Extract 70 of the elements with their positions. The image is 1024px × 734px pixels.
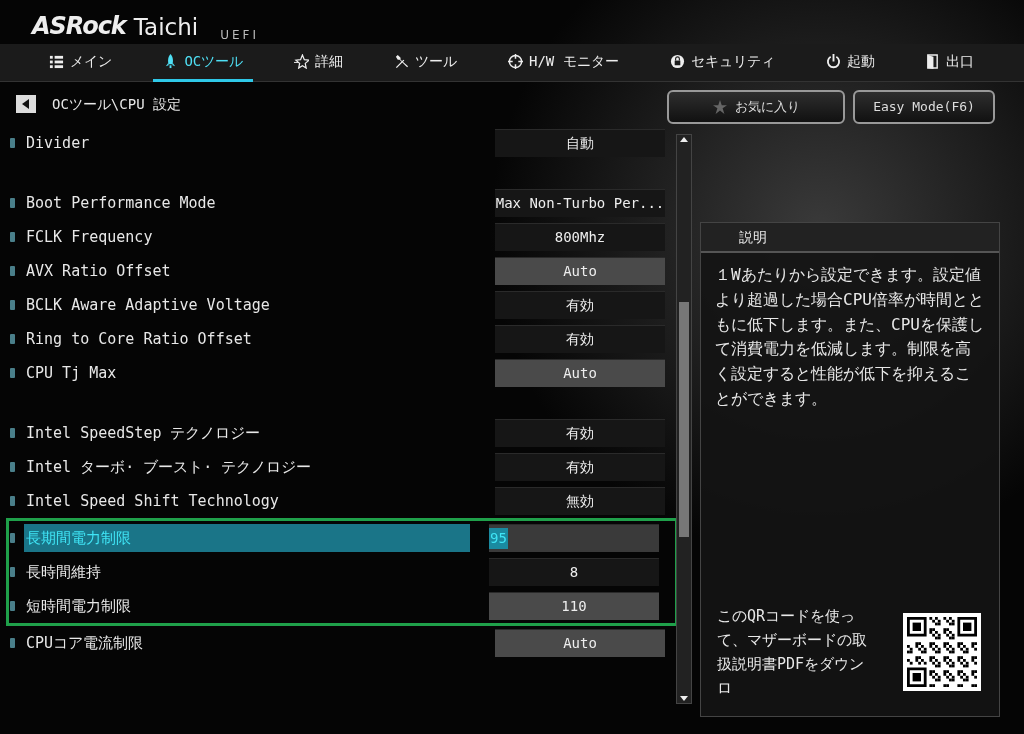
value-dropdown[interactable]: 自動 (495, 129, 665, 157)
setting-label[interactable]: Intel ターボ· ブースト· テクノロジー (24, 452, 476, 482)
favorites-button[interactable]: お気に入り (667, 90, 845, 124)
panel-title: 説明 (701, 223, 999, 253)
setting-label[interactable]: Divider (24, 128, 476, 158)
setting-label[interactable]: 長時間維持 (24, 557, 470, 587)
power-icon (825, 54, 841, 69)
qr-caption: このQRコードを使って、マザーボードの取扱説明書PDFをダウンロ (717, 606, 868, 699)
setting-label[interactable]: AVX Ratio Offset (24, 256, 476, 286)
setting-label[interactable]: BCLK Aware Adaptive Voltage (24, 290, 476, 320)
tools-icon (394, 54, 410, 69)
setting-label[interactable]: Intel SpeedStep テクノロジー (24, 418, 476, 448)
setting-label[interactable]: Boot Performance Mode (24, 188, 476, 218)
setting-label[interactable]: 長期間電力制限 (24, 523, 470, 553)
value-field[interactable]: 110 (489, 592, 659, 620)
model-logo: Taichi (133, 12, 199, 42)
star-icon (712, 100, 727, 114)
triangle-left-icon (22, 99, 30, 109)
setting-label[interactable]: CPU Tj Max (24, 358, 476, 388)
description-text: １Wあたりから設定できます。設定値より超過した場合CPU倍率が時間とともに低下します。また、CPUを保護して消費電力を低減します。制限を高く設定すると性能が低下を抑えることができます。 (714, 264, 985, 410)
bullet-icon (10, 232, 15, 242)
bullet-icon (10, 334, 15, 344)
breadcrumb: OCツール\CPU 設定 (52, 94, 181, 114)
value-dropdown[interactable]: 有効 (495, 291, 665, 319)
nav-tab[interactable]: H/W モニター (498, 44, 629, 82)
bullet-icon (10, 266, 15, 276)
nav-tab[interactable]: 出口 (915, 44, 985, 82)
bullet-icon (10, 198, 15, 208)
crosshair-icon (508, 54, 523, 69)
bullet-icon (10, 300, 15, 310)
value-dropdown[interactable]: 有効 (495, 453, 665, 481)
scroll-down-icon[interactable] (679, 695, 689, 703)
nav-tab[interactable]: メイン (39, 44, 123, 82)
bullet-icon (10, 428, 15, 438)
star-icon (294, 54, 310, 69)
bullet-icon (10, 638, 15, 648)
list-icon (49, 54, 65, 69)
scrollbar[interactable] (676, 134, 692, 704)
value-dropdown[interactable]: 無効 (495, 487, 665, 515)
setting-label[interactable]: FCLK Frequency (24, 222, 476, 252)
door-icon (925, 54, 941, 69)
value-dropdown[interactable]: 800Mhz (495, 223, 665, 251)
bullet-icon (10, 496, 15, 506)
nav-tab[interactable]: セキュリティ (659, 44, 785, 82)
bullet-icon (10, 368, 15, 378)
bullet-icon (10, 533, 15, 543)
setting-label[interactable]: Intel Speed Shift Technology (24, 486, 476, 516)
uefi-label: UEFI (220, 27, 259, 44)
setting-label[interactable]: 短時間電力制限 (24, 591, 470, 621)
nav-tab[interactable]: 起動 (815, 44, 885, 82)
bullet-icon (10, 601, 15, 611)
setting-label[interactable]: Ring to Core Ratio Offset (24, 324, 476, 354)
back-button[interactable] (16, 95, 36, 113)
value-dropdown[interactable]: 有効 (495, 325, 665, 353)
nav-tab[interactable]: ツール (384, 44, 468, 82)
value-field[interactable]: Auto (495, 629, 665, 657)
brand-logo: ASRock (32, 11, 126, 42)
setting-label[interactable]: CPUコア電流制限 (24, 628, 476, 658)
bullet-icon (10, 462, 15, 472)
value-dropdown[interactable]: 8 (489, 558, 659, 586)
bullet-icon (10, 138, 15, 148)
nav-tab[interactable]: 詳細 (284, 44, 354, 82)
bullet-icon (10, 567, 15, 577)
value-dropdown[interactable]: 有効 (495, 419, 665, 447)
value-dropdown[interactable]: Max Non-Turbo Per... (495, 189, 665, 217)
value-field[interactable]: Auto (495, 257, 665, 285)
nav-tab[interactable]: OCツール (153, 44, 254, 82)
easy-mode-button[interactable]: Easy Mode(F6) (853, 90, 995, 124)
value-field[interactable]: Auto (495, 359, 665, 387)
scroll-up-icon[interactable] (679, 135, 689, 143)
